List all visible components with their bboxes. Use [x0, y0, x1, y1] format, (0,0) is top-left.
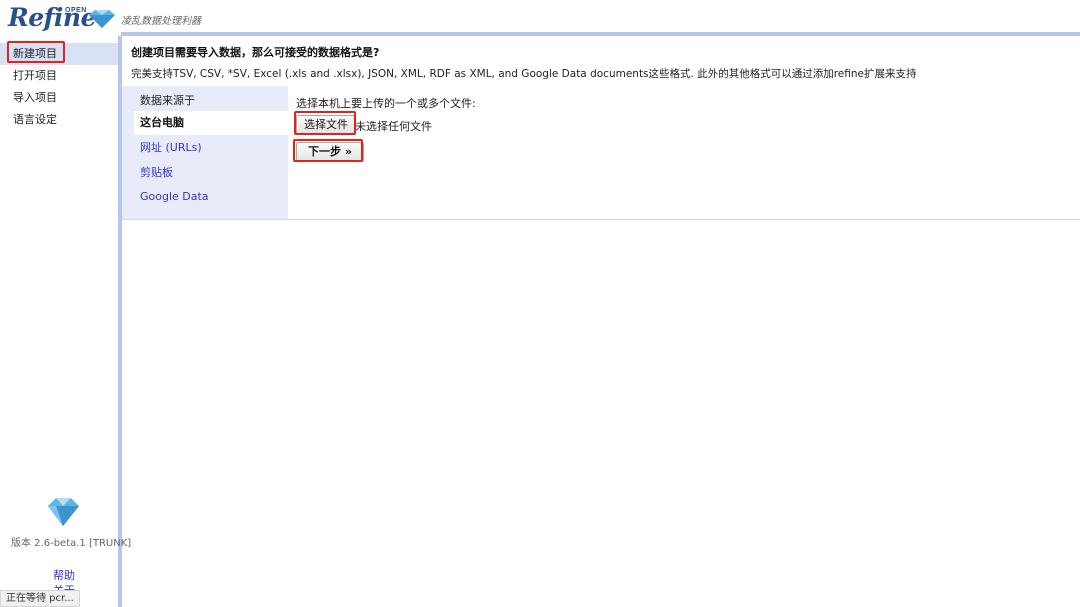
choose-files-label: 选择本机上要上传的一个或多个文件:: [296, 97, 476, 110]
no-file-selected-text: 未选择任何文件: [355, 120, 432, 133]
intro-description: 完美支持TSV, CSV, *SV, Excel (.xls and .xlsx…: [131, 68, 917, 80]
highlight-box-create-project: [7, 41, 65, 63]
diamond-icon: [89, 10, 115, 28]
tab-clipboard[interactable]: 剪贴板: [134, 161, 288, 185]
intro-section: 创建项目需要导入数据，那么可接受的数据格式是? 完美支持TSV, CSV, *S…: [131, 44, 916, 81]
source-pane-this-computer: 选择本机上要上传的一个或多个文件: 选择文件 未选择任何文件 下一步 »: [288, 86, 1080, 219]
app-slogan: 凌乱数据处理利器: [121, 16, 201, 27]
diamond-icon: [48, 498, 79, 526]
nav-language-settings[interactable]: 语言设定: [0, 109, 118, 131]
create-project-panel: 数据来源于 这台电脑 网址 (URLs) 剪贴板 Google Data 选择本…: [122, 86, 1080, 220]
data-source-tabs: 数据来源于 这台电脑 网址 (URLs) 剪贴板 Google Data: [122, 86, 288, 219]
highlight-box-choose-file: [294, 111, 356, 135]
sources-heading: 数据来源于: [140, 94, 195, 107]
nav-import-project[interactable]: 导入项目: [0, 87, 118, 109]
logo-superscript: OPEN: [65, 7, 87, 14]
intro-title: 创建项目需要导入数据，那么可接受的数据格式是?: [131, 46, 380, 59]
tab-this-computer[interactable]: 这台电脑: [134, 111, 288, 135]
help-link[interactable]: 帮助: [53, 567, 75, 583]
version-label: 版本 2.6-beta.1 [TRUNK]: [11, 538, 132, 549]
app-header: Refine OPEN 凌乱数据处理利器: [0, 0, 1080, 33]
tab-web-addresses[interactable]: 网址 (URLs): [134, 136, 288, 160]
top-band: [121, 32, 1080, 36]
highlight-box-next: [293, 139, 363, 162]
browser-status-bar: 正在等待 pcr...: [0, 590, 80, 607]
nav-open-project[interactable]: 打开项目: [0, 65, 118, 87]
tab-google-data[interactable]: Google Data: [134, 185, 288, 209]
openrefine-logo[interactable]: Refine OPEN: [8, 3, 115, 33]
